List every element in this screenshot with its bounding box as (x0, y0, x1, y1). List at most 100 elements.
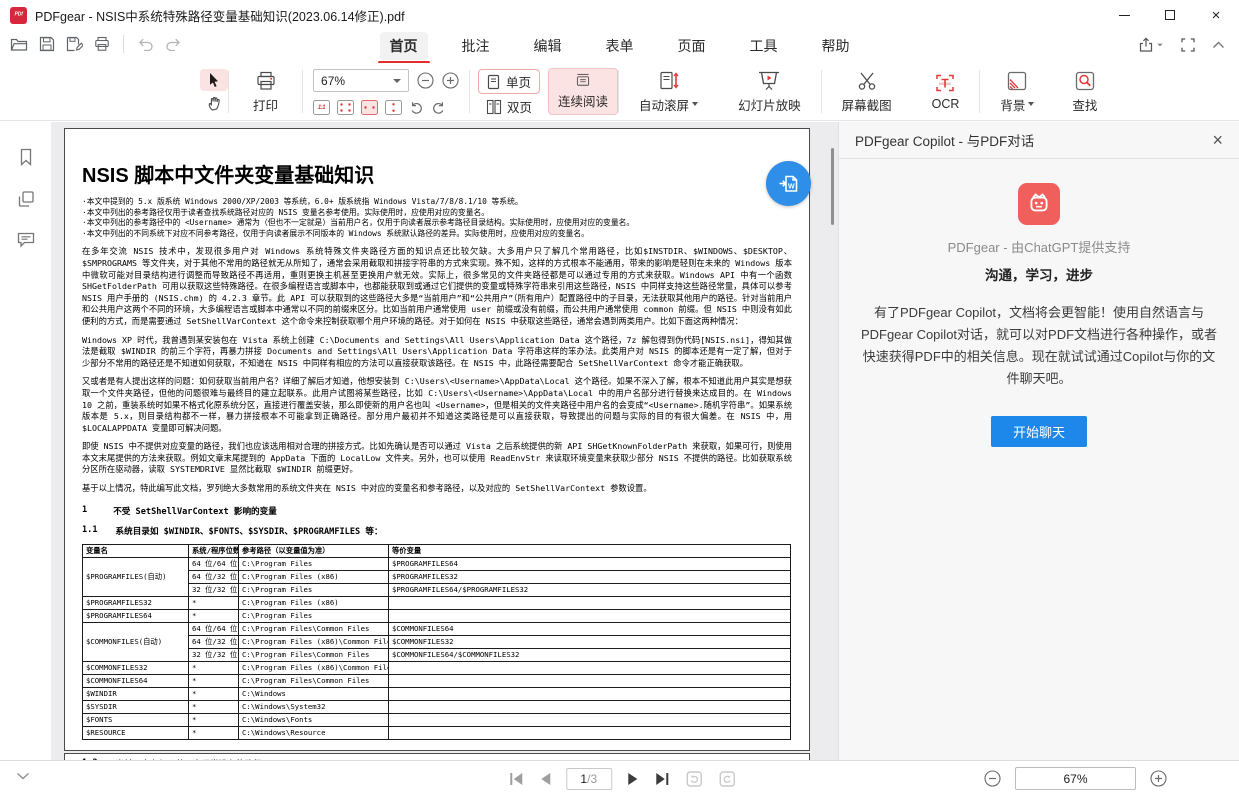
doc-paragraphs: 在多年交流 NSIS 技术中，发现很多用户对 Windows 系统特殊文件夹路径… (82, 246, 792, 494)
redo-button[interactable] (165, 37, 182, 51)
table-cell: $COMMONFILES64/$COMMONFILES32 (389, 648, 791, 661)
ribbon-tab-5[interactable]: 页面 (668, 32, 716, 60)
print-button[interactable]: 打印 (245, 68, 286, 116)
redo-icon (165, 37, 182, 51)
table-cell: C:\Program Files\Common Files (239, 674, 389, 687)
zoom-in-button-status[interactable] (1150, 770, 1167, 787)
ribbon-tab-1[interactable]: 首页 (380, 32, 428, 60)
copilot-close-button[interactable]: × (1212, 131, 1223, 149)
continuous-reading-button[interactable]: 连续阅读 (548, 68, 618, 115)
fit-height-button[interactable] (385, 100, 402, 115)
single-page-icon (486, 74, 501, 90)
zoom-level-input[interactable]: 67% (1015, 767, 1136, 790)
fullscreen-button[interactable] (1181, 38, 1195, 52)
share-button[interactable] (1138, 37, 1164, 53)
expand-bottom-button[interactable] (16, 772, 30, 780)
ribbon-tab-7[interactable]: 帮助 (812, 32, 860, 60)
table-cell: * (189, 713, 239, 726)
quick-print-button[interactable] (94, 36, 110, 52)
undo-icon (137, 37, 154, 51)
table-cell: $PROGRAMFILES32 (389, 570, 791, 583)
zoom-out-button[interactable] (417, 72, 434, 89)
pdfgear-window: ᴾᴰᶠ PDFgear - NSIS中系统特殊路径变量基础知识(2023.06.… (0, 0, 1239, 795)
next-view-button[interactable] (718, 770, 736, 788)
minimize-button[interactable] (1101, 0, 1147, 30)
svg-text:W: W (788, 183, 795, 190)
table-cell: * (189, 609, 239, 622)
select-tool-button[interactable] (200, 69, 228, 91)
comments-panel-button[interactable] (17, 232, 35, 248)
circled-plus-icon (1150, 770, 1167, 787)
comment-icon (17, 232, 35, 248)
doc-paragraph: 在多年交流 NSIS 技术中，发现很多用户对 Windows 系统特殊文件夹路径… (82, 246, 792, 327)
auto-scroll-button[interactable]: 自动滚屏 (631, 68, 706, 116)
rotate-right-button[interactable] (409, 101, 424, 115)
table-cell: $SYSDIR (83, 700, 189, 713)
table-cell: $FONTS (83, 713, 189, 726)
table-cell: C:\Program Files\Common Files (239, 648, 389, 661)
table-row: 32 位/32 位C:\Program Files$PROGRAMFILES64… (83, 583, 791, 596)
pdf-page-1: NSIS 脚本中文件夹变量基础知识 ·本文中提到的 5.x 版系统 Window… (64, 128, 810, 751)
table-cell: $RESOURCE (83, 726, 189, 739)
zoom-in-button[interactable] (442, 72, 459, 89)
copilot-description: 有了PDFgear Copilot，文档将会更智能！使用自然语言与PDFgear… (858, 302, 1220, 390)
actual-size-button[interactable]: 1:1 (313, 100, 330, 115)
variables-table: 变量名系统/程序位数参考路径（以变量值为准）等价变量$PROGRAMFILES(… (82, 544, 791, 740)
table-row: $PROGRAMFILES(自动)64 位/64 位C:\Program Fil… (83, 557, 791, 570)
print-icon (94, 36, 110, 52)
fit-page-button[interactable] (337, 100, 354, 115)
vertical-scrollbar[interactable] (831, 148, 834, 225)
undo-button[interactable] (137, 37, 154, 51)
first-page-button[interactable] (508, 772, 524, 786)
double-page-icon (486, 99, 502, 115)
chevron-down-icon (1028, 102, 1034, 106)
background-button[interactable]: 背景 (992, 68, 1042, 116)
hand-tool-button[interactable] (200, 92, 228, 114)
ribbon-tab-6[interactable]: 工具 (740, 32, 788, 60)
table-row: $PROGRAMFILES64*C:\Program Files (83, 609, 791, 622)
ocr-button[interactable]: OCR (924, 70, 968, 113)
document-viewport[interactable]: NSIS 脚本中文件夹变量基础知识 ·本文中提到的 5.x 版系统 Window… (52, 122, 838, 760)
save-button[interactable] (39, 36, 55, 52)
find-button[interactable]: 查找 (1064, 68, 1105, 116)
fit-width-button[interactable] (361, 100, 378, 115)
double-page-button[interactable]: 双页 (478, 94, 540, 119)
save-as-button[interactable] (66, 36, 83, 52)
table-row: 64 位/32 位C:\Program Files (x86)\Common F… (83, 635, 791, 648)
table-cell: $PROGRAMFILES64 (389, 557, 791, 570)
thumbnails-panel-button[interactable] (17, 190, 35, 208)
table-row: $COMMONFILES(自动)64 位/64 位C:\Program File… (83, 622, 791, 635)
bookmarks-panel-button[interactable] (18, 148, 34, 166)
prev-page-button[interactable] (539, 772, 551, 786)
ocr-icon (933, 72, 957, 94)
screenshot-button[interactable]: 屏幕截图 (834, 68, 900, 116)
page-number-input[interactable]: 1/3 (566, 768, 612, 790)
next-page-button[interactable] (627, 772, 639, 786)
close-button[interactable]: × (1193, 0, 1239, 30)
open-file-button[interactable] (10, 37, 28, 52)
ribbon-tab-3[interactable]: 编辑 (524, 32, 572, 60)
maximize-button[interactable] (1147, 0, 1193, 30)
last-page-button[interactable] (654, 772, 670, 786)
table-cell (389, 609, 791, 622)
status-bar: 1/3 67% (0, 760, 1239, 795)
doc-title: NSIS 脚本中文件夹变量基础知识 (82, 159, 792, 188)
printer-icon (255, 70, 277, 92)
close-icon: × (1212, 7, 1221, 24)
previous-view-button[interactable] (685, 770, 703, 788)
collapse-toolbar-button[interactable] (1212, 41, 1225, 49)
copilot-robot-icon (1018, 183, 1060, 225)
ribbon-tab-2[interactable]: 批注 (452, 32, 500, 60)
single-page-button[interactable]: 单页 (478, 69, 540, 94)
convert-to-word-button[interactable]: W (766, 161, 811, 206)
zoom-out-button-status[interactable] (984, 770, 1001, 787)
doc-paragraph: Windows XP 时代，我曾遇到某安装包在 Vista 系统上创建 C:\D… (82, 335, 792, 370)
ribbon-tab-4[interactable]: 表单 (596, 32, 644, 60)
zoom-dropdown[interactable]: 67% (313, 69, 409, 92)
rotate-left-button[interactable] (431, 101, 446, 115)
start-chat-button[interactable]: 开始聊天 (991, 416, 1087, 447)
table-cell: * (189, 700, 239, 713)
slideshow-button[interactable]: 幻灯片放映 (730, 68, 809, 116)
convert-word-icon: W (776, 171, 802, 197)
title-bar: ᴾᴰᶠ PDFgear - NSIS中系统特殊路径变量基础知识(2023.06.… (0, 0, 1239, 30)
